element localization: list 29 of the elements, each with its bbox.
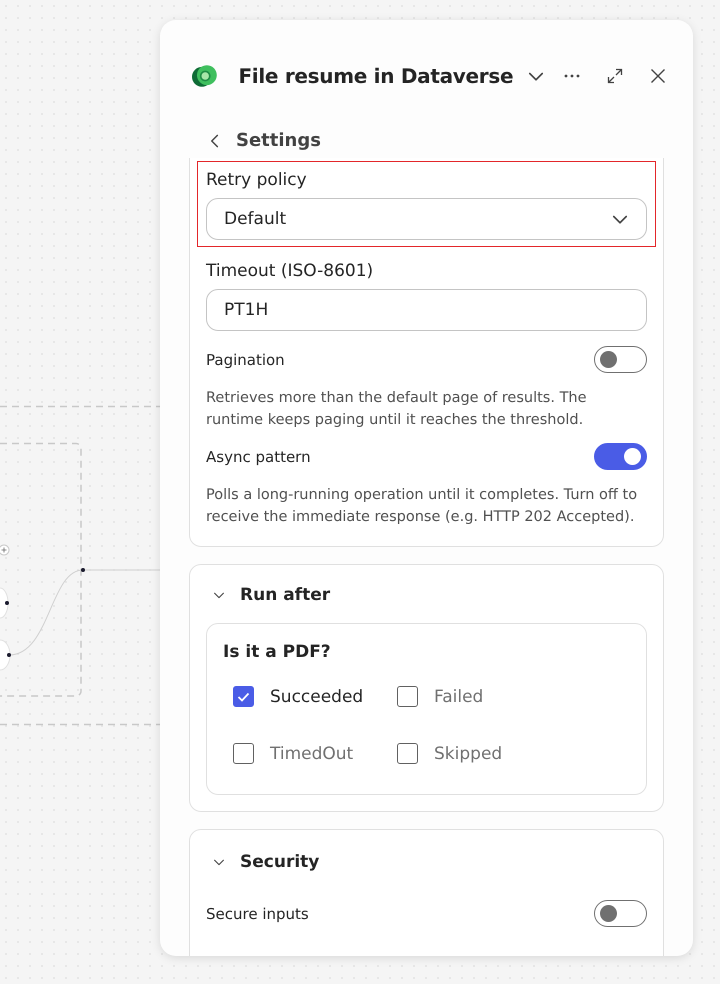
field-label: Retry policy bbox=[206, 170, 308, 190]
checkbox[interactable] bbox=[397, 686, 418, 707]
close-icon bbox=[650, 68, 666, 84]
toggle-label: Secure inputs bbox=[206, 904, 309, 922]
section-header[interactable]: Security bbox=[206, 848, 320, 876]
section-header[interactable]: Run after bbox=[206, 581, 330, 609]
toggle-description: Polls a long-running operation until it completes. Turn off to receive the immediate response (e.g. HTTP 202 Accepted). bbox=[206, 486, 638, 527]
toggle-switch[interactable] bbox=[594, 346, 647, 373]
checkbox[interactable] bbox=[233, 743, 254, 764]
checkbox[interactable] bbox=[233, 686, 254, 707]
retry-policy-dropdown[interactable]: Default bbox=[206, 198, 647, 240]
toggle-switch[interactable] bbox=[594, 443, 647, 470]
toggle-label: Async pattern bbox=[206, 448, 311, 466]
expand-icon bbox=[607, 68, 624, 84]
checkbox-label: Failed bbox=[434, 686, 484, 706]
more-icon bbox=[564, 74, 580, 78]
page-heading: Settings bbox=[236, 130, 321, 151]
checkbox-label: TimedOut bbox=[270, 744, 354, 764]
action-title: Is it a PDF? bbox=[223, 642, 332, 662]
timeout-field[interactable]: PT1H bbox=[206, 289, 647, 331]
toggle-switch[interactable] bbox=[594, 900, 647, 927]
checkbox-label: Succeeded bbox=[270, 686, 364, 706]
field-label: Timeout (ISO-8601) bbox=[206, 261, 374, 281]
checkmark-icon bbox=[237, 692, 250, 702]
toggle-label: Pagination bbox=[206, 350, 285, 368]
checkbox-label: Skipped bbox=[434, 744, 502, 764]
toggle-description: Retrieves more than the default page of results. The runtime keeps paging until it reaches the threshold. bbox=[206, 389, 588, 430]
checkbox[interactable] bbox=[397, 743, 418, 764]
panel-title: File resume in Dataverse bbox=[238, 64, 514, 88]
